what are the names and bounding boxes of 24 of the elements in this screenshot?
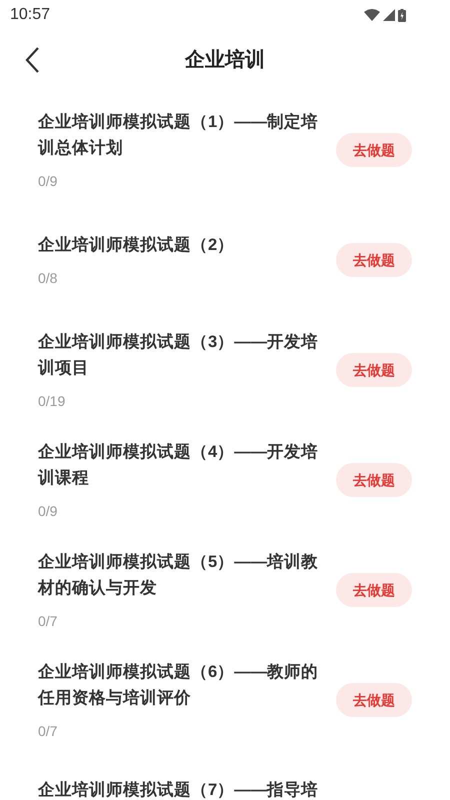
start-quiz-button[interactable]: 去做题 [336,573,412,607]
signal-icon [383,9,395,21]
exercise-title: 企业培训师模拟试题（5）——培训教材的确认与开发 [38,552,320,598]
start-quiz-button[interactable]: 去做题 [336,463,412,497]
exercise-title: 企业培训师模拟试题（3）——开发培训项目 [38,332,320,378]
page-title: 企业培训 [185,48,265,73]
wifi-icon [364,9,380,21]
progress-count: 0/19 [38,392,66,410]
progress-count: 0/9 [38,502,58,520]
status-time: 10:57 [10,5,50,25]
start-quiz-button[interactable]: 去做题 [336,243,412,277]
progress-count: 0/9 [38,172,58,190]
start-quiz-button[interactable]: 去做题 [336,353,412,387]
exercise-title: 企业培训师模拟试题（6）——教师的任用资格与培训评价 [38,662,320,708]
exercise-title: 企业培训师模拟试题（7）——指导培 [38,780,320,800]
progress-count: 0/7 [38,612,58,630]
battery-icon [398,8,406,22]
exercise-title: 企业培训师模拟试题（4）——开发培训课程 [38,442,320,488]
progress-count: 0/7 [38,722,58,740]
exercise-title: 企业培训师模拟试题（2） [38,234,236,256]
start-quiz-button[interactable]: 去做题 [336,133,412,167]
start-quiz-button[interactable]: 去做题 [336,683,412,717]
progress-count: 0/8 [38,268,58,288]
exercise-title: 企业培训师模拟试题（1）——制定培训总体计划 [38,112,320,158]
